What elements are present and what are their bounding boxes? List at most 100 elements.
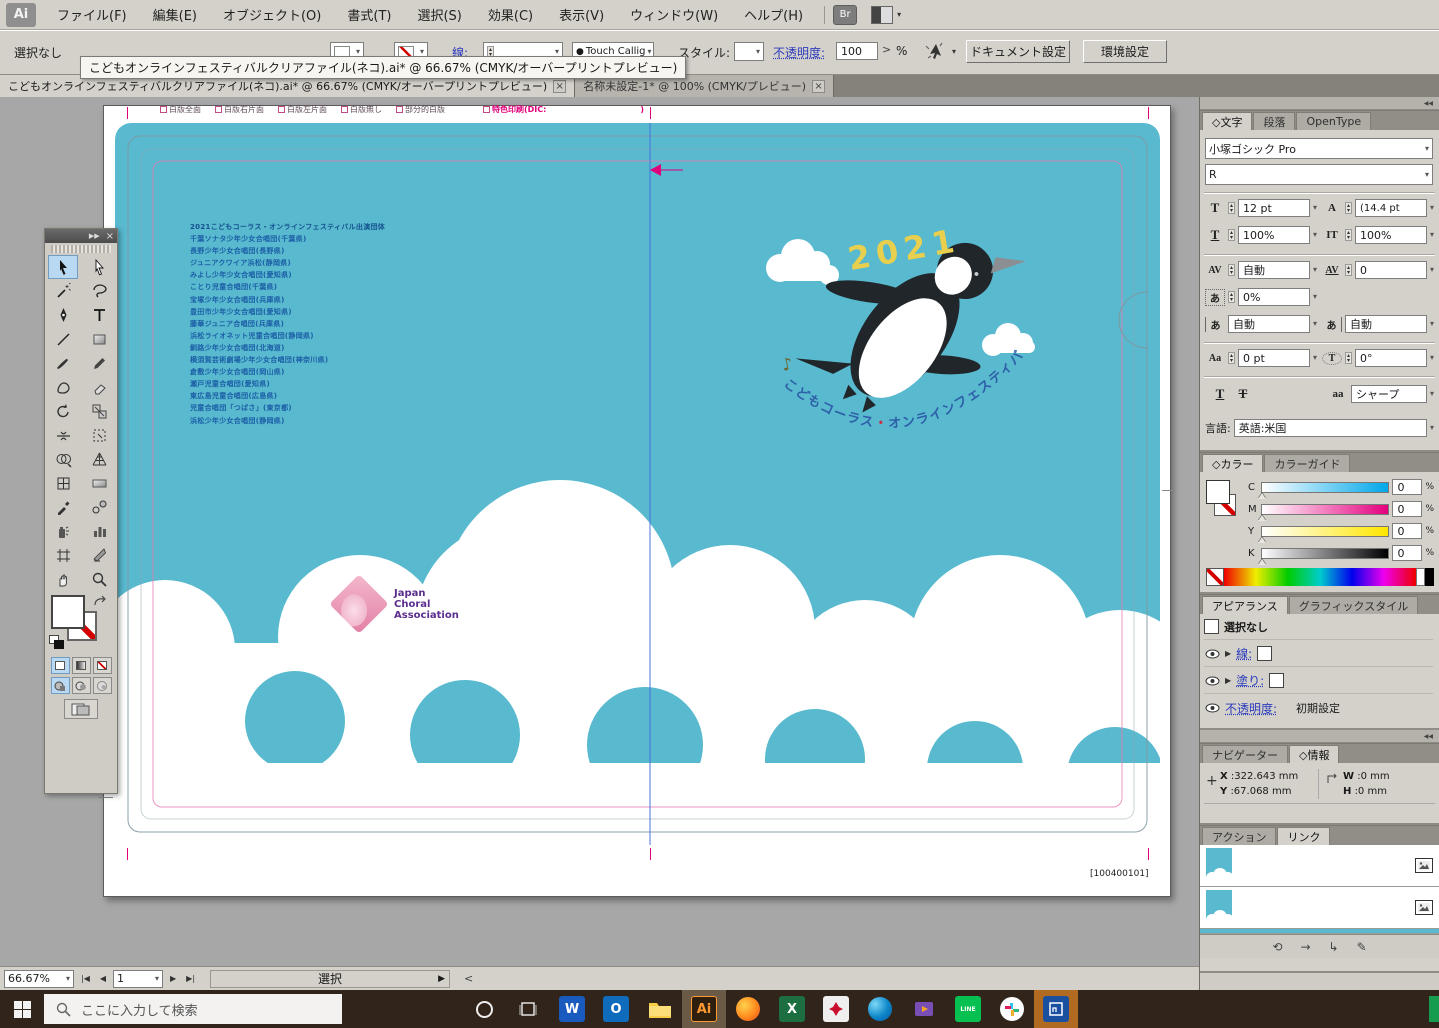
- collapse-icon[interactable]: ▶▶: [89, 232, 100, 240]
- fill-proxy-swatch[interactable]: [1206, 480, 1230, 504]
- tab-opentype[interactable]: OpenType: [1296, 112, 1371, 130]
- artboard-number-dropdown[interactable]: 1▾: [113, 970, 163, 988]
- swap-fill-stroke-icon[interactable]: [93, 595, 109, 609]
- style-dropdown[interactable]: ▾: [734, 42, 764, 61]
- chevron-down-icon[interactable]: ▾: [1430, 354, 1434, 362]
- chevron-down-icon[interactable]: ▾: [1430, 231, 1434, 239]
- color-spectrum[interactable]: [1206, 568, 1434, 586]
- tracking-stepper[interactable]: ▴▾: [1345, 264, 1352, 276]
- yellow-slider[interactable]: [1261, 526, 1389, 537]
- tab-navigator[interactable]: ナビゲーター: [1202, 745, 1288, 763]
- file-explorer-icon[interactable]: [638, 990, 682, 1028]
- tab-graphic-styles[interactable]: グラフィックスタイル: [1289, 596, 1418, 614]
- menu-window[interactable]: ウィンドウ(W): [617, 1, 731, 28]
- tab-info[interactable]: ◇情報: [1289, 745, 1339, 763]
- fill-row-label[interactable]: 塗り:: [1236, 672, 1264, 689]
- magic-wand-tool[interactable]: [48, 279, 78, 303]
- leading-stepper[interactable]: ▴▾: [1345, 202, 1352, 214]
- vscale-stepper[interactable]: ▴▾: [1228, 229, 1235, 241]
- antialias-dropdown[interactable]: シャープ: [1351, 385, 1427, 403]
- start-button[interactable]: [0, 990, 44, 1028]
- font-family-dropdown[interactable]: 小塚ゴシック Pro▾: [1205, 138, 1433, 159]
- menu-edit[interactable]: 編集(E): [140, 1, 210, 28]
- selection-tool[interactable]: [48, 255, 78, 279]
- edge-icon[interactable]: [858, 990, 902, 1028]
- dock-collapse-strip[interactable]: ◀◀: [1200, 97, 1439, 110]
- line-icon[interactable]: LINE: [946, 990, 990, 1028]
- word-icon[interactable]: W: [550, 990, 594, 1028]
- chevron-down-icon[interactable]: ▾: [1313, 320, 1317, 328]
- video-app-icon[interactable]: [902, 990, 946, 1028]
- task-view-icon[interactable]: [506, 990, 550, 1028]
- relink-button[interactable]: ⟲: [1272, 940, 1282, 954]
- fill-row-swatch[interactable]: [1269, 673, 1284, 688]
- link-item[interactable]: [1200, 845, 1439, 887]
- workspace-dropdown-arrow[interactable]: ▾: [897, 10, 901, 19]
- draw-behind-button[interactable]: [72, 677, 91, 694]
- mesh-tool[interactable]: [48, 471, 78, 495]
- pencil-tool[interactable]: [84, 351, 114, 375]
- opacity-label[interactable]: 不透明度:: [773, 44, 825, 61]
- symbol-sprayer-tool[interactable]: [48, 519, 78, 543]
- eye-icon[interactable]: [1204, 676, 1220, 686]
- prev-artboard-button[interactable]: ◀: [97, 974, 109, 983]
- tab-color-guide[interactable]: カラーガイド: [1264, 454, 1350, 472]
- tab-appearance[interactable]: アピアランス: [1202, 596, 1288, 614]
- next-artboard-button[interactable]: ▶: [167, 974, 179, 983]
- chevron-down-icon[interactable]: ▾: [1313, 354, 1317, 362]
- kerning-value[interactable]: 自動: [1238, 261, 1310, 279]
- panel-grip[interactable]: [51, 245, 111, 253]
- eraser-tool[interactable]: [84, 375, 114, 399]
- rotate-tool[interactable]: [48, 399, 78, 423]
- eye-icon[interactable]: [1204, 703, 1220, 713]
- cyan-value[interactable]: 0: [1392, 479, 1422, 495]
- close-icon[interactable]: ×: [106, 231, 114, 242]
- first-artboard-button[interactable]: |◀: [78, 974, 93, 983]
- shaper-tool[interactable]: [48, 375, 78, 399]
- taskbar-search-input[interactable]: ここに入力して検索: [44, 994, 342, 1024]
- blend-tool[interactable]: [84, 495, 114, 519]
- aki-left-value[interactable]: 自動: [1228, 315, 1310, 333]
- kerning-stepper[interactable]: ▴▾: [1228, 264, 1235, 276]
- tracking-value[interactable]: 0: [1355, 261, 1427, 279]
- outlook-icon[interactable]: O: [594, 990, 638, 1028]
- lasso-tool[interactable]: [84, 279, 114, 303]
- width-tool[interactable]: [48, 423, 78, 447]
- baseline-stepper[interactable]: ▴▾: [1228, 352, 1235, 364]
- graph-tool[interactable]: [84, 519, 114, 543]
- collapse-dock-icon[interactable]: ◀◀: [1424, 100, 1433, 107]
- black-slider[interactable]: [1261, 548, 1389, 559]
- stroke-row-label[interactable]: 線:: [1236, 645, 1252, 662]
- tools-panel-header[interactable]: ▶▶ ×: [45, 229, 117, 243]
- rotation-stepper[interactable]: ▴▾: [1345, 352, 1352, 364]
- menu-file[interactable]: ファイル(F): [44, 1, 140, 28]
- shape-builder-tool[interactable]: [48, 447, 78, 471]
- go-to-link-button[interactable]: →: [1300, 940, 1310, 954]
- red-app-icon[interactable]: [814, 990, 858, 1028]
- hand-tool[interactable]: [48, 567, 78, 591]
- direct-selection-tool[interactable]: [84, 255, 114, 279]
- free-transform-tool[interactable]: [84, 423, 114, 447]
- menu-effect[interactable]: 効果(C): [475, 1, 546, 28]
- select-similar-arrow[interactable]: ▾: [952, 47, 956, 56]
- draw-normal-button[interactable]: [51, 677, 70, 694]
- chevron-down-icon[interactable]: ▾: [1430, 390, 1434, 398]
- firefox-icon[interactable]: [726, 990, 770, 1028]
- chevron-down-icon[interactable]: ▾: [1313, 204, 1317, 212]
- fill-swatch[interactable]: [51, 595, 85, 629]
- rectangle-tool[interactable]: [84, 327, 114, 351]
- gradient-tool[interactable]: [84, 471, 114, 495]
- font-style-dropdown[interactable]: R▾: [1205, 164, 1433, 185]
- magenta-slider[interactable]: [1261, 504, 1389, 515]
- menu-select[interactable]: 選択(S): [404, 1, 474, 28]
- gradient-mode-button[interactable]: [72, 657, 91, 674]
- tab-links[interactable]: リンク: [1277, 827, 1330, 845]
- default-colors-icon2[interactable]: [54, 640, 64, 649]
- tsume-stepper[interactable]: ▴▾: [1228, 291, 1235, 303]
- menu-view[interactable]: 表示(V): [546, 1, 617, 28]
- chevron-down-icon[interactable]: ▾: [1313, 293, 1317, 301]
- close-tab-icon[interactable]: ×: [553, 80, 566, 93]
- expand-arrow[interactable]: ▶: [1225, 649, 1231, 658]
- clipped-app-icon[interactable]: [1429, 996, 1439, 1022]
- collapse-dock-icon[interactable]: ◀◀: [1424, 733, 1433, 740]
